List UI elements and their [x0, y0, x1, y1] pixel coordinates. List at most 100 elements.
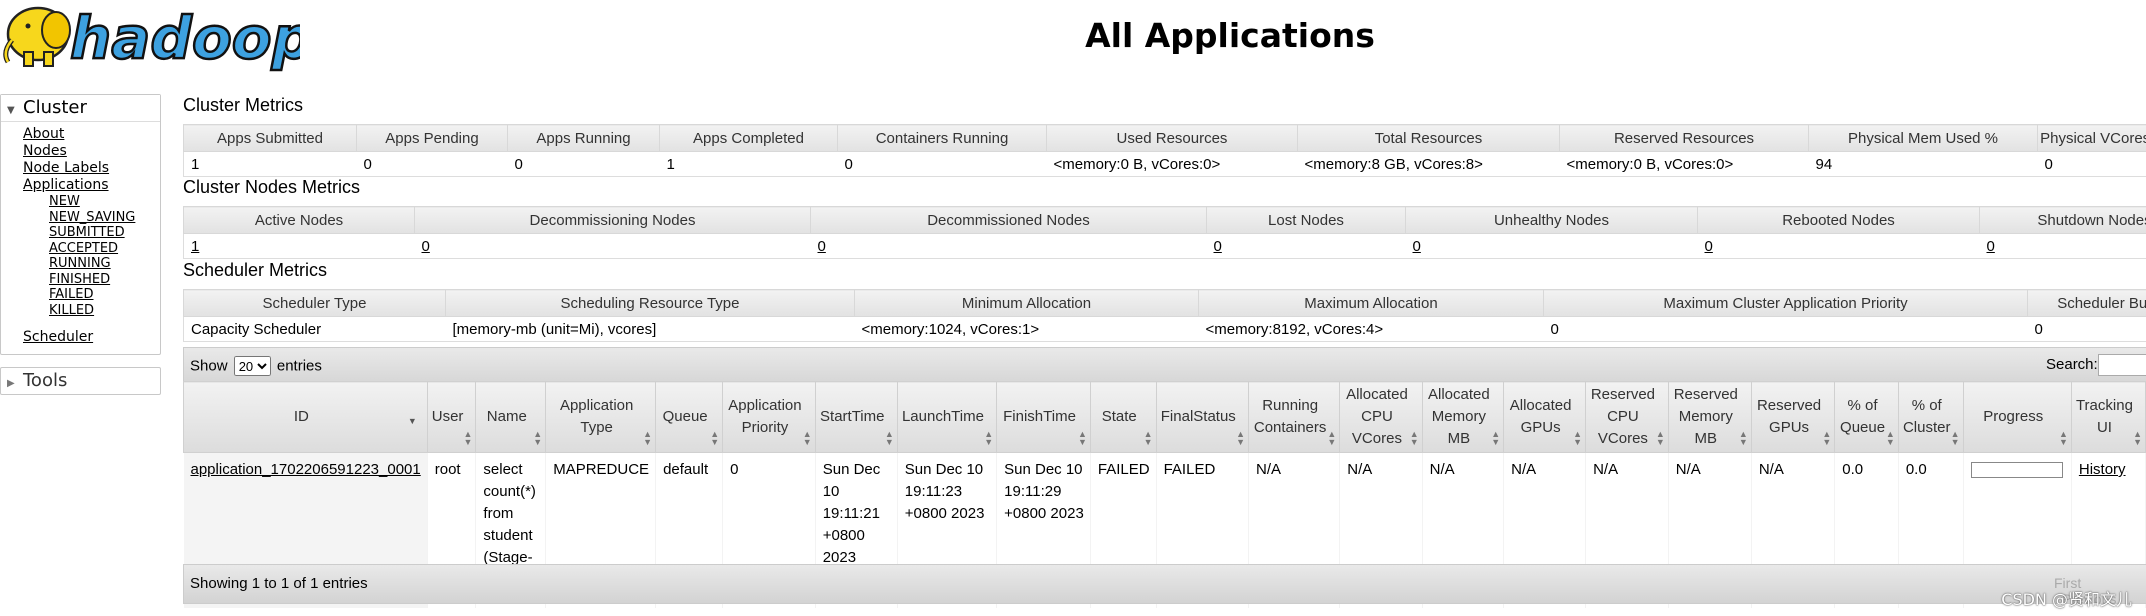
rebooted-nodes-value: 0 — [1697, 233, 1980, 259]
physical-mem-used-header: Physical Mem Used % — [1808, 124, 2038, 152]
maximum-cluster-application-priority-header: Maximum Cluster Application Priority — [1543, 289, 2028, 317]
col-header-label: User — [431, 408, 464, 425]
col-header-label: Reserved Memory MB — [1673, 386, 1738, 447]
nav-app-state-accepted[interactable]: ACCEPTED — [49, 241, 160, 257]
scheduler-metrics-table: Scheduler Type Scheduling Resource Type Mi… — [183, 289, 2146, 342]
unhealthy-nodes-link[interactable]: 0 — [1413, 238, 1421, 255]
nav-app-state-killed[interactable]: KILLED — [49, 303, 160, 319]
apps-pending-value: 0 — [356, 151, 508, 177]
nav-app-state-running[interactable]: RUNNING — [49, 256, 160, 272]
unhealthy-nodes-header: Unhealthy Nodes — [1405, 206, 1698, 234]
nav-nodes[interactable]: Nodes — [23, 143, 160, 160]
col-header-name[interactable]: Name ▲ ▼ — [475, 381, 547, 453]
col-header-label: Running Containers — [1253, 397, 1327, 436]
col-header-of-queue[interactable]: % of Queue ▲ ▼ — [1834, 381, 1899, 453]
col-header-queue[interactable]: Queue ▲ ▼ — [655, 381, 724, 453]
col-header-label: Queue — [662, 408, 708, 425]
sort-icon: ▲ ▼ — [463, 429, 473, 447]
apps-completed-value: 1 — [659, 151, 838, 177]
nav-app-state-failed[interactable]: FAILED — [49, 287, 160, 303]
col-header-application-priority[interactable]: Application Priority ▲ ▼ — [722, 381, 816, 453]
col-header-user[interactable]: User ▲ ▼ — [426, 381, 477, 453]
col-header-launchtime[interactable]: LaunchTime ▲ ▼ — [896, 381, 998, 453]
used-resources-header: Used Resources — [1046, 124, 1298, 152]
col-header-running-containers[interactable]: Running Containers ▲ ▼ — [1247, 381, 1341, 453]
nav-applications[interactable]: Applications — [23, 177, 160, 194]
col-header-application-type[interactable]: Application Type ▲ ▼ — [545, 381, 657, 453]
nav-node-labels[interactable]: Node Labels — [23, 160, 160, 177]
col-header-reserved-gpus[interactable]: Reserved GPUs ▲ ▼ — [1750, 381, 1836, 453]
search-label: Search: — [2046, 356, 2098, 373]
nav-about[interactable]: About — [23, 126, 160, 143]
decommissioned-nodes-link[interactable]: 0 — [818, 238, 826, 255]
col-header-state[interactable]: State ▲ ▼ — [1089, 381, 1157, 453]
col-header-label: % of Cluster — [1902, 397, 1951, 436]
sort-icon: ▲ ▼ — [2133, 429, 2142, 447]
entries-per-page-select[interactable]: 20 — [233, 356, 271, 376]
decommissioned-nodes-header: Decommissioned Nodes — [810, 206, 1207, 234]
col-header-finalstatus[interactable]: FinalStatus ▲ ▼ — [1155, 381, 1250, 453]
col-header-label: FinishTime — [1003, 408, 1076, 425]
col-header-label: Progress — [1983, 408, 2044, 425]
shutdown-nodes-value: 0 — [1979, 233, 2146, 259]
col-header-label: FinalStatus — [1160, 408, 1236, 425]
rebooted-nodes-link[interactable]: 0 — [1705, 238, 1713, 255]
total-resources-header: Total Resources — [1297, 124, 1560, 152]
tools-nav-header[interactable]: ▶ Tools — [0, 367, 161, 395]
scheduling-resource-type-header: Scheduling Resource Type — [445, 289, 855, 317]
watermark: CSDN @贤和文儿 — [2001, 590, 2132, 609]
apps-running-value: 0 — [507, 151, 660, 177]
nav-app-state-new-saving[interactable]: NEW_SAVING — [49, 210, 160, 226]
active-nodes-link[interactable]: 1 — [191, 238, 199, 255]
nav-app-state-submitted[interactable]: SUBMITTED — [49, 225, 160, 241]
col-header-allocated-cpu-vcores[interactable]: Allocated CPU VCores ▲ ▼ — [1339, 381, 1423, 453]
col-header-tracking-ui[interactable]: Tracking UI ▲ ▼ — [2070, 381, 2146, 453]
col-header-label: StartTime — [820, 408, 885, 425]
application-id-link[interactable]: application_1702206591223_0001 — [191, 461, 421, 478]
minimum-allocation-value: <memory:1024, vCores:1> — [854, 316, 1199, 342]
lost-nodes-value: 0 — [1206, 233, 1406, 259]
cluster-nav-header[interactable]: ▼ Cluster — [1, 95, 160, 122]
nav-app-state-finished[interactable]: FINISHED — [49, 272, 160, 288]
tracking-history-link[interactable]: History — [2079, 461, 2126, 478]
scheduler-busy-header: Scheduler Busy % — [2027, 289, 2146, 317]
show-label: Show — [190, 357, 228, 375]
col-header-reserved-cpu-vcores[interactable]: Reserved CPU VCores ▲ ▼ — [1585, 381, 1669, 453]
sort-icon: ▲ ▼ — [1143, 429, 1153, 447]
cluster-nodes-metrics-table: Active Nodes Decommissioning Nodes Decommi… — [183, 206, 2146, 259]
sidebar: ▼ Cluster About Nodes Node Labels Applica… — [0, 94, 161, 395]
lost-nodes-link[interactable]: 0 — [1214, 238, 1222, 255]
datatable-footer: Showing 1 to 1 of 1 entries First Previo… — [183, 564, 2146, 607]
maximum-cluster-application-priority-value: 0 — [1543, 316, 2028, 342]
col-header-label: % of Queue — [1840, 397, 1886, 436]
sort-icon: ▲ ▼ — [1655, 429, 1665, 447]
reserved-resources-header: Reserved Resources — [1559, 124, 1809, 152]
col-header-finishtime[interactable]: FinishTime ▲ ▼ — [996, 381, 1091, 453]
total-resources-value: <memory:8 GB, vCores:8> — [1297, 151, 1560, 177]
col-header-of-cluster[interactable]: % of Cluster ▲ ▼ — [1897, 381, 1964, 453]
physical-vcores-used-header: Physical VCores Used % — [2037, 124, 2146, 152]
col-header-allocated-memory-mb[interactable]: Allocated Memory MB ▲ ▼ — [1421, 381, 1505, 453]
col-header-reserved-memory-mb[interactable]: Reserved Memory MB ▲ ▼ — [1667, 381, 1752, 453]
apps-submitted-header: Apps Submitted — [183, 124, 357, 152]
shutdown-nodes-header: Shutdown Nodes — [1979, 206, 2146, 234]
cluster-label: Cluster — [23, 97, 87, 118]
sort-icon: ▲ ▼ — [533, 429, 543, 447]
col-header-label: Application Type — [559, 397, 634, 436]
apps-running-header: Apps Running — [507, 124, 660, 152]
cluster-metrics-title: Cluster Metrics — [183, 95, 304, 115]
apps-submitted-value: 1 — [183, 151, 357, 177]
col-header-progress[interactable]: Progress ▲ ▼ — [1962, 381, 2072, 453]
col-header-label: Reserved GPUs — [1756, 397, 1822, 436]
col-header-id[interactable]: ID ▼ — [183, 381, 428, 453]
decommissioned-nodes-value: 0 — [810, 233, 1207, 259]
search-input[interactable] — [2098, 354, 2146, 376]
decommissioning-nodes-link[interactable]: 0 — [422, 238, 430, 255]
shutdown-nodes-link[interactable]: 0 — [1987, 238, 1995, 255]
rebooted-nodes-header: Rebooted Nodes — [1697, 206, 1980, 234]
nav-scheduler[interactable]: Scheduler — [23, 329, 160, 346]
col-header-allocated-gpus[interactable]: Allocated GPUs ▲ ▼ — [1503, 381, 1587, 453]
col-header-starttime[interactable]: StartTime ▲ ▼ — [814, 381, 898, 453]
nav-app-state-new[interactable]: NEW — [49, 194, 160, 210]
sort-icon: ▲ ▼ — [1738, 429, 1748, 447]
